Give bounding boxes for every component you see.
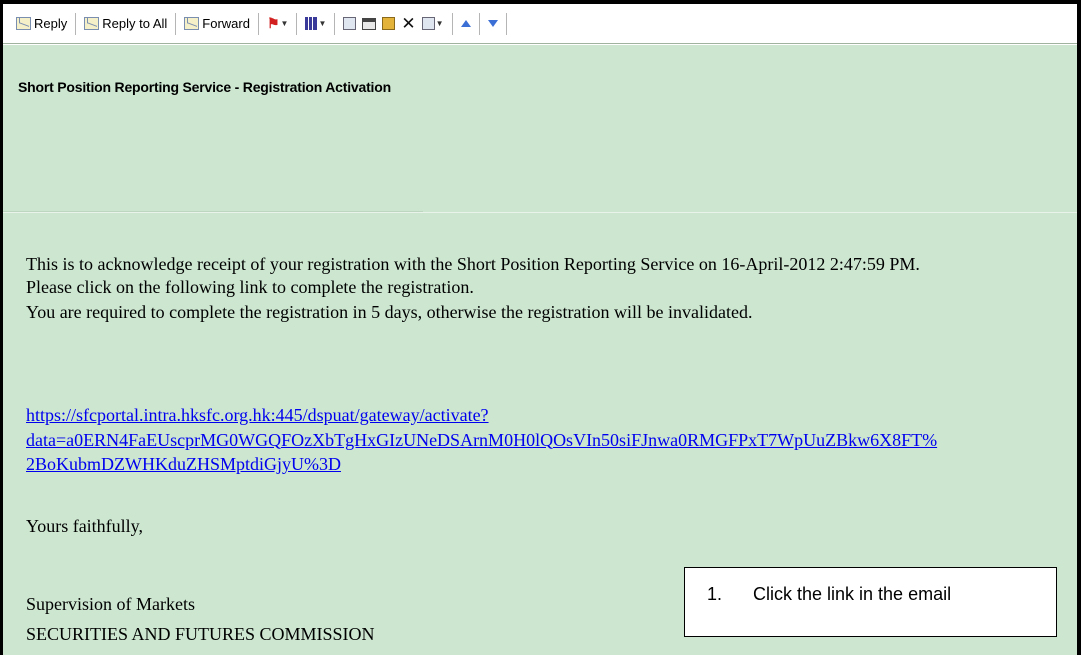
signature-organization: SECURITIES AND FUTURES COMMISSION	[26, 624, 375, 644]
email-subject: Short Position Reporting Service - Regis…	[18, 79, 391, 95]
body-line-instruction: Please click on the following link to co…	[26, 277, 474, 297]
forward-label: Forward	[202, 16, 250, 31]
activation-link-line: 2BoKubmDZWHKduZHSMptdiGjyU%3D	[26, 454, 341, 474]
signature-department: Supervision of Markets	[26, 594, 195, 614]
forward-icon	[184, 17, 200, 30]
toolbar-separator	[505, 12, 507, 35]
forward-button[interactable]: Forward	[181, 11, 253, 37]
printer-icon	[362, 17, 377, 30]
callout-text: Click the link in the email	[753, 584, 952, 604]
message-pane: Short Position Reporting Service - Regis…	[3, 45, 1077, 655]
reply-all-label: Reply to All	[102, 16, 168, 31]
delete-icon: ✕	[401, 13, 416, 33]
body-line-deadline: You are required to complete the registr…	[26, 302, 753, 322]
toolbar-separator	[75, 12, 77, 35]
previous-item-button[interactable]	[458, 11, 474, 37]
dropdown-arrow-icon: ▼	[280, 19, 289, 28]
actions-button[interactable]: ▼	[419, 11, 447, 37]
categorize-button[interactable]: ▼	[302, 11, 329, 37]
body-line-acknowledgement: This is to acknowledge receipt of your r…	[26, 254, 920, 274]
reply-button[interactable]: Reply	[13, 11, 70, 37]
move-to-folder-button[interactable]	[340, 11, 359, 37]
closing-text: Yours faithfully,	[26, 516, 144, 536]
dropdown-arrow-icon: ▼	[435, 19, 444, 28]
next-item-button[interactable]	[485, 11, 501, 37]
header-divider	[3, 212, 1077, 213]
reply-icon	[16, 17, 31, 30]
toolbar-separator	[451, 12, 453, 35]
toolbar-separator	[478, 12, 480, 35]
toolbar-separator	[296, 12, 298, 35]
arrow-down-icon	[487, 20, 498, 27]
activation-link[interactable]: https://sfcportal.intra.hksfc.org.hk:445…	[26, 403, 937, 477]
delete-button[interactable]: ✕	[398, 11, 418, 37]
toolbar-separator	[257, 12, 259, 35]
actions-icon	[421, 17, 435, 30]
reply-label: Reply	[34, 16, 68, 31]
reply-all-icon	[84, 17, 100, 30]
lock-icon	[382, 17, 396, 30]
print-button[interactable]	[359, 11, 379, 37]
message-toolbar: Reply Reply to All Forward ⚑ ▼ ▼ ✕ ▼	[3, 4, 1077, 44]
instruction-callout: 1. Click the link in the email	[684, 567, 1057, 637]
categorize-icon	[305, 17, 318, 30]
security-button[interactable]	[379, 11, 398, 37]
toolbar-separator	[175, 12, 177, 35]
arrow-up-icon	[460, 20, 471, 27]
activation-link-line: data=a0ERN4FaEUscprMG0WGQFOzXbTgHxGIzUNe…	[26, 429, 938, 450]
window-border-right	[1077, 0, 1081, 655]
callout-step-number: 1.	[707, 584, 723, 604]
folder-icon	[343, 17, 357, 30]
follow-up-flag-button[interactable]: ⚑ ▼	[264, 11, 291, 37]
activation-link-line: https://sfcportal.intra.hksfc.org.hk:445…	[26, 405, 489, 425]
reply-all-button[interactable]: Reply to All	[81, 11, 170, 37]
email-window: Reply Reply to All Forward ⚑ ▼ ▼ ✕ ▼ Sho…	[0, 0, 1081, 655]
dropdown-arrow-icon: ▼	[318, 19, 327, 28]
flag-icon: ⚑	[266, 15, 280, 31]
toolbar-separator	[334, 12, 336, 35]
